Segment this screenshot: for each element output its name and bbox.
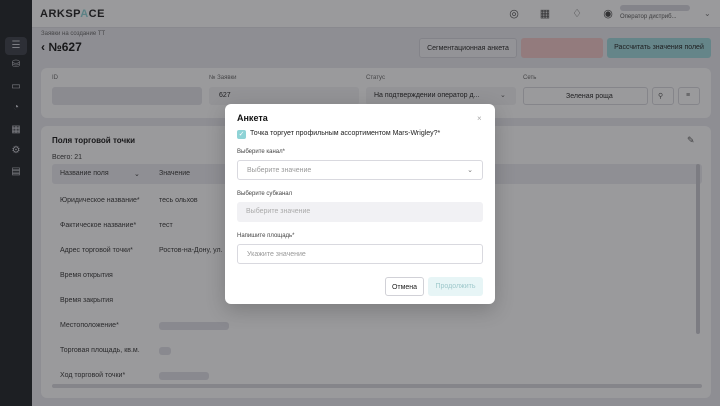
area-input[interactable]: Укажите значение xyxy=(237,244,483,264)
subchannel-label: Выберите субканал xyxy=(237,191,293,197)
questionnaire-modal: Анкета × ✓ Точка торгует профильным ассо… xyxy=(225,104,495,304)
cancel-button[interactable]: Отмена xyxy=(385,277,424,296)
area-label: Напишите площадь* xyxy=(237,233,295,239)
channel-select[interactable]: Выберите значение ⌄ xyxy=(237,160,483,180)
continue-button[interactable]: Продолжить xyxy=(428,277,483,296)
chevron-down-icon: ⌄ xyxy=(467,167,473,174)
close-icon[interactable]: × xyxy=(477,114,482,123)
channel-label: Выберите канал* xyxy=(237,149,285,155)
subchannel-select: Выберите значение xyxy=(237,202,483,222)
modal-title: Анкета xyxy=(237,113,268,123)
checkbox-label[interactable]: Точка торгует профильным ассортиментом M… xyxy=(250,130,440,137)
checkbox-checked[interactable]: ✓ xyxy=(237,130,246,139)
